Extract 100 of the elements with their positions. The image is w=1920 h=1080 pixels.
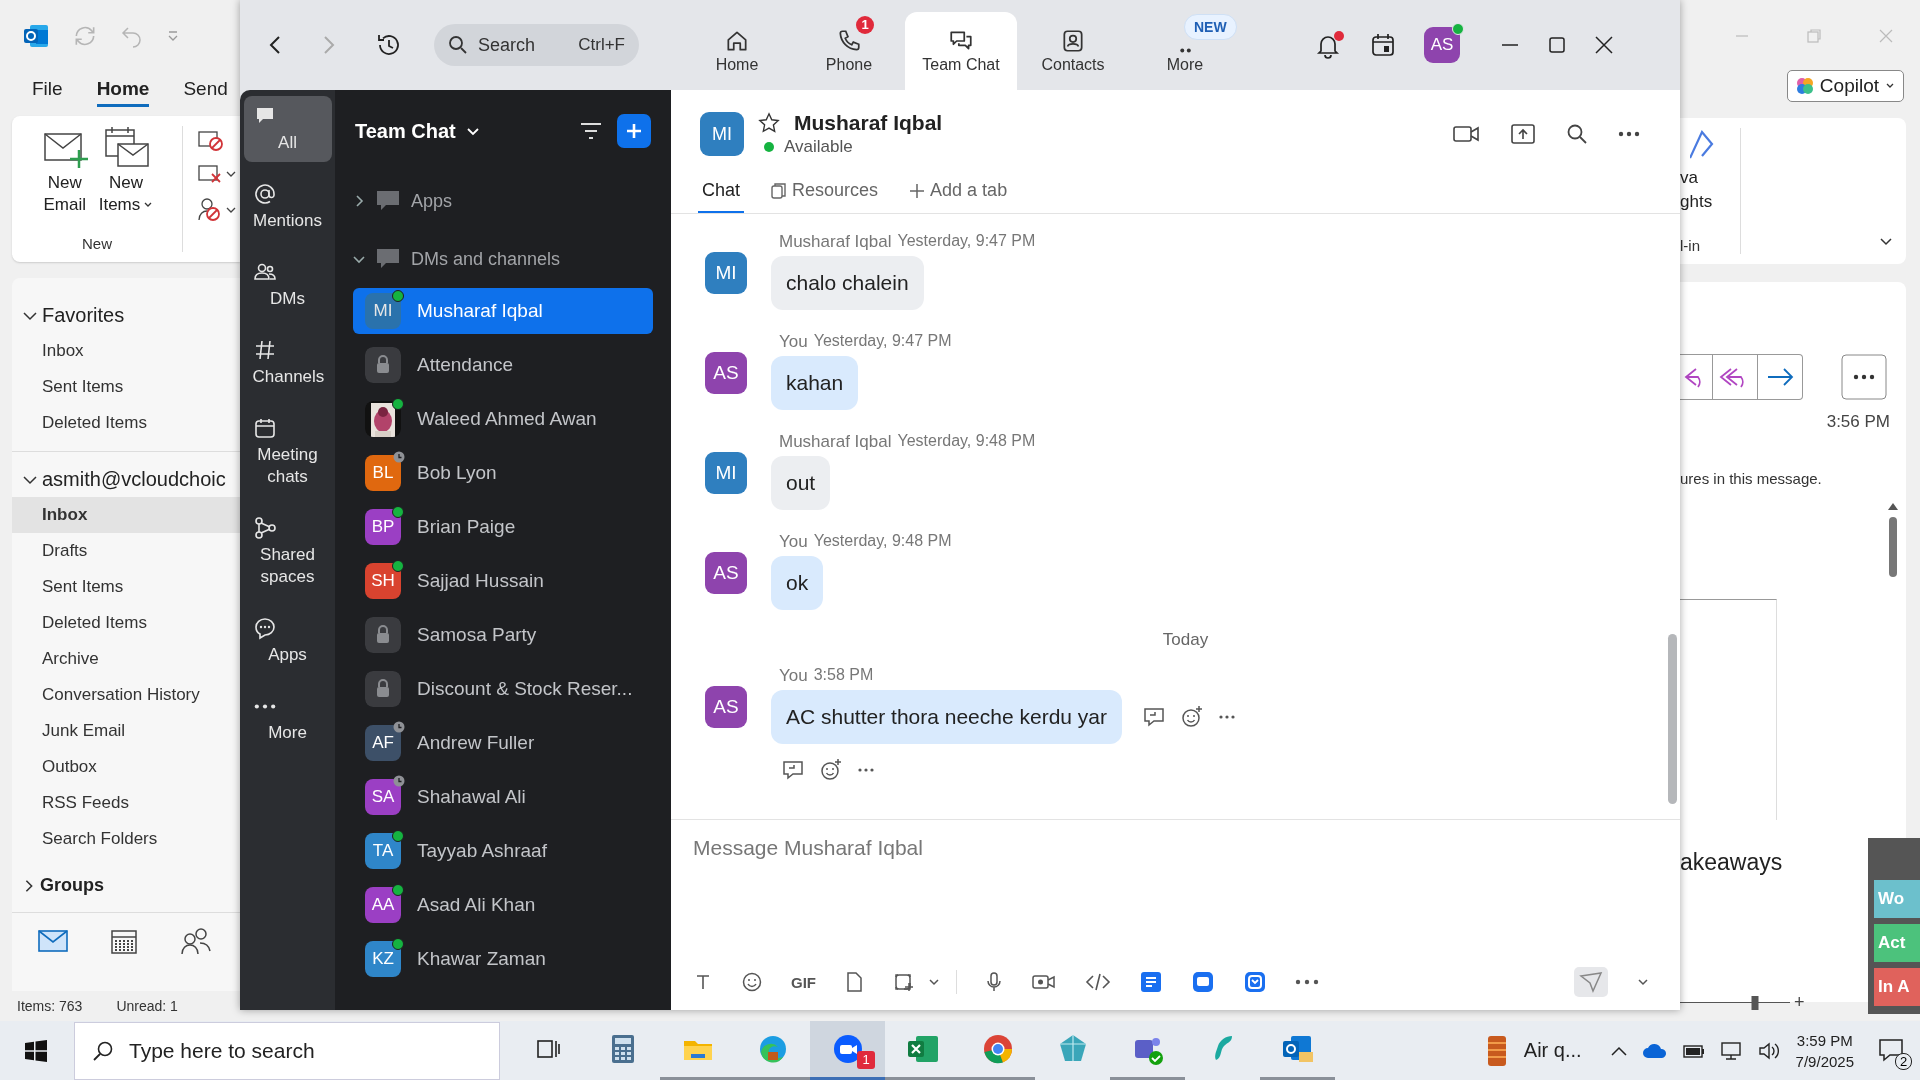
chat-list-item[interactable]: Samosa Party xyxy=(353,612,653,658)
chat-list-item[interactable]: SH Sajjad Hussain xyxy=(353,558,653,604)
emoji-reaction-icon[interactable] xyxy=(819,758,843,782)
emoji-icon[interactable] xyxy=(741,971,763,993)
rail-item[interactable]: Shared spaces xyxy=(243,508,332,596)
account-header[interactable]: asmith@vcloudchoic xyxy=(12,462,240,497)
search-icon[interactable] xyxy=(1566,123,1588,145)
app-icon[interactable] xyxy=(1243,970,1267,994)
share-screen-icon[interactable] xyxy=(1510,123,1536,145)
chat-tab[interactable]: Add a tab xyxy=(904,180,1012,213)
weather-text[interactable]: Air q... xyxy=(1523,1039,1582,1062)
folder-item[interactable]: Inbox xyxy=(12,497,240,533)
calendar-icon[interactable] xyxy=(110,927,138,955)
rail-item[interactable]: More xyxy=(243,686,332,752)
new-items-button[interactable]: New Items xyxy=(98,126,154,216)
section-header[interactable]: DMs and channels xyxy=(335,230,671,288)
folder-item[interactable]: Deleted Items xyxy=(12,405,240,441)
clock-date[interactable]: 7/9/2025 xyxy=(1795,1050,1854,1072)
mail-icon[interactable] xyxy=(38,930,68,952)
ribbon-tab[interactable]: Home xyxy=(96,77,150,107)
chat-list-item[interactable]: TA Tayyab Ashraaf xyxy=(353,828,653,874)
clock-time[interactable]: 3:59 PM xyxy=(1796,1029,1853,1051)
cloud-icon[interactable] xyxy=(1641,1041,1668,1060)
rail-item[interactable]: Channels xyxy=(243,330,332,396)
speaker-icon[interactable] xyxy=(1757,1040,1780,1061)
nav-tab[interactable]: Contacts xyxy=(1017,12,1129,90)
history-icon[interactable] xyxy=(376,32,402,58)
block-sender-icon[interactable] xyxy=(197,196,237,222)
folder-item[interactable]: Sent Items xyxy=(12,569,240,605)
network-icon[interactable] xyxy=(1719,1040,1744,1061)
copilot-button[interactable]: Copilot xyxy=(1786,70,1904,102)
folder-item[interactable]: Junk Email xyxy=(12,713,240,749)
chat-list-item[interactable]: Discount & Stock Reser... xyxy=(353,666,653,712)
nav-tab[interactable]: Team Chat xyxy=(905,12,1017,90)
start-icon[interactable] xyxy=(24,1038,48,1063)
send-icon[interactable] xyxy=(1574,967,1608,997)
video-camera-icon[interactable] xyxy=(1452,123,1480,145)
chat-list-item[interactable]: Attendance xyxy=(353,342,653,388)
code-icon[interactable] xyxy=(1085,972,1111,992)
search-field[interactable]: Type here to search xyxy=(74,1021,500,1080)
chat-list-item[interactable]: MI Musharaf Iqbal xyxy=(353,288,653,334)
new-chat-button[interactable] xyxy=(617,114,651,148)
people-icon[interactable] xyxy=(180,927,212,955)
chat-list-item[interactable]: BL Bob Lyon xyxy=(353,450,653,496)
chat-list-item[interactable]: SA Shahawal Ali xyxy=(353,774,653,820)
emoji-reaction-icon[interactable] xyxy=(1180,705,1204,729)
ignore-icon[interactable] xyxy=(197,128,225,152)
chat-tab[interactable]: Resources xyxy=(766,180,883,213)
rail-item[interactable]: DMs xyxy=(243,252,332,318)
reply-icon[interactable] xyxy=(1142,706,1166,728)
chat-list-item[interactable]: AA Asad Ali Khan xyxy=(353,882,653,928)
more-icon[interactable] xyxy=(1618,131,1640,137)
zoom-in-button[interactable]: + xyxy=(1794,992,1805,1013)
filter-icon[interactable] xyxy=(579,121,603,141)
outlook-logo-icon[interactable] xyxy=(22,22,50,50)
gif-button[interactable]: GIF xyxy=(791,973,816,991)
taskbar-button[interactable]: 1 xyxy=(810,1021,885,1080)
microphone-icon[interactable] xyxy=(985,971,1003,993)
rail-item[interactable]: Apps xyxy=(243,608,332,674)
chat-list-item[interactable]: AF Andrew Fuller xyxy=(353,720,653,766)
ribbon-tab[interactable]: File xyxy=(32,77,63,107)
more-icon[interactable] xyxy=(857,767,875,773)
folder-item[interactable]: Outbox xyxy=(12,749,240,785)
panel-title[interactable]: Team Chat xyxy=(355,119,456,143)
maximize-icon[interactable] xyxy=(1548,36,1566,54)
back-icon[interactable] xyxy=(268,35,282,55)
nav-tab[interactable]: NEW More xyxy=(1129,12,1241,90)
video-message-icon[interactable] xyxy=(1031,972,1057,992)
folder-item[interactable]: Archive xyxy=(12,641,240,677)
chat-app-icon[interactable] xyxy=(1191,970,1215,994)
nav-tab[interactable]: 1 Phone xyxy=(793,12,905,90)
ribbon-tab[interactable]: Send xyxy=(183,77,228,107)
star-icon[interactable] xyxy=(758,112,780,134)
scroll-up-icon[interactable] xyxy=(1887,501,1899,511)
folder-item[interactable]: Deleted Items xyxy=(12,605,240,641)
nav-tab[interactable]: Home xyxy=(681,12,793,90)
chat-list-item[interactable]: BP Brian Paige xyxy=(353,504,653,550)
document-app-icon[interactable] xyxy=(1139,970,1163,994)
slider-thumb[interactable] xyxy=(1751,995,1759,1010)
favorites-header[interactable]: Favorites xyxy=(12,298,240,333)
folder-item[interactable]: Conversation History xyxy=(12,677,240,713)
rail-item[interactable]: Mentions xyxy=(243,174,332,240)
chat-list-item[interactable]: Waleed Ahmed Awan xyxy=(353,396,653,442)
rail-item[interactable]: All xyxy=(243,96,332,162)
chat-tab[interactable]: Chat xyxy=(698,180,745,213)
new-email-button[interactable]: New Email xyxy=(40,126,89,216)
more-icon[interactable] xyxy=(1295,979,1319,985)
insights-button-label[interactable]: va ghts xyxy=(1680,166,1713,214)
folder-item[interactable]: Search Folders xyxy=(12,821,240,857)
rail-item[interactable]: Meeting chats xyxy=(243,408,332,496)
scrollbar-thumb[interactable] xyxy=(1889,517,1897,577)
folder-item[interactable]: Drafts xyxy=(12,533,240,569)
section-header[interactable]: Apps xyxy=(335,172,671,230)
more-actions-icon[interactable] xyxy=(1841,354,1887,400)
file-icon[interactable] xyxy=(844,971,864,993)
groups-header[interactable]: Groups xyxy=(12,869,240,902)
folder-item[interactable]: RSS Feeds xyxy=(12,785,240,821)
reply-icon[interactable] xyxy=(781,759,805,781)
folder-item[interactable]: Sent Items xyxy=(12,369,240,405)
action-center-button[interactable]: 2 xyxy=(1878,1031,1912,1070)
